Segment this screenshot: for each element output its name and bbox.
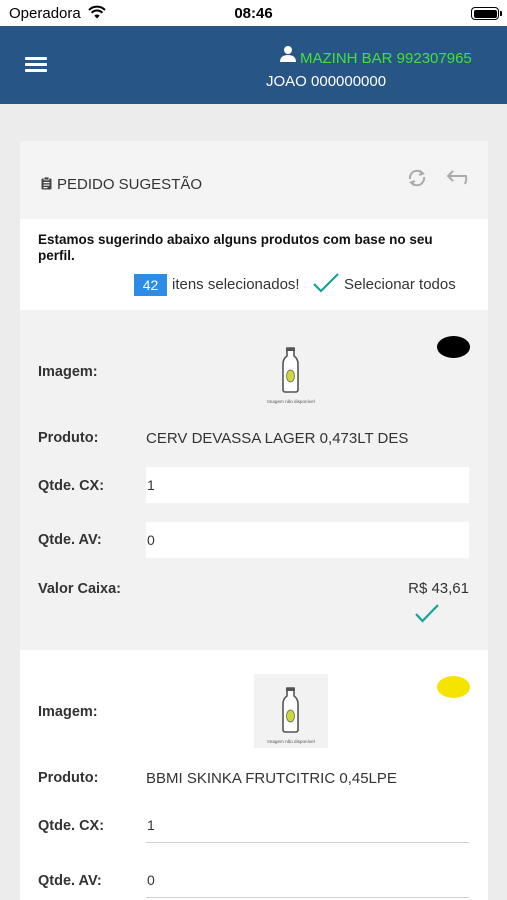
user-name: JOAO 000000000 [266, 73, 387, 90]
product-label: Produto: [38, 770, 99, 786]
status-bar: Operadora 08:46 [0, 0, 507, 26]
card-header: PEDIDO SUGESTÃO [20, 141, 488, 219]
image-label: Imagem: [38, 704, 98, 720]
product-name: CERV DEVASSA LAGER 0,473LT DES [146, 430, 409, 447]
qty-cx-label: Qtde. CX: [38, 478, 105, 494]
card-title: PEDIDO SUGESTÃO [57, 176, 203, 193]
refresh-icon[interactable] [406, 167, 428, 189]
select-all-button[interactable]: Selecionar todos [344, 276, 456, 293]
image-unavailable-text: Imagem não disponível [267, 399, 315, 404]
qty-cx-input[interactable] [146, 807, 469, 843]
clipboard-icon [41, 177, 52, 190]
box-value-label: Valor Caixa: [38, 581, 122, 597]
status-dot[interactable] [437, 676, 470, 698]
user-icon [280, 46, 296, 62]
qty-av-label: Qtde. AV: [38, 532, 102, 548]
battery-tip [500, 11, 502, 16]
image-label: Imagem: [38, 364, 98, 380]
status-dot[interactable] [437, 336, 470, 358]
check-icon[interactable] [414, 603, 440, 623]
product-image-placeholder: Imagem não disponível [254, 674, 328, 748]
qty-av-input[interactable] [146, 862, 469, 898]
image-unavailable-text: Imagem não disponível [267, 739, 315, 744]
product-item: Imagem: Imagem não disponível Produto: B… [20, 650, 488, 900]
qty-av-input[interactable] [146, 522, 469, 558]
selected-label: itens selecionados! [172, 276, 300, 293]
battery-icon [471, 7, 499, 20]
qty-cx-label: Qtde. CX: [38, 818, 105, 834]
check-icon[interactable] [312, 272, 340, 294]
suggested-order-card: PEDIDO SUGESTÃO Estamos sugerindo abaixo… [20, 141, 488, 900]
intro-text: Estamos sugerindo abaixo alguns produtos… [38, 232, 433, 263]
app-header: MAZINH BAR 992307965 JOAO 000000000 [0, 26, 507, 104]
selected-count-badge: 42 [134, 274, 167, 296]
clock: 08:46 [234, 5, 273, 22]
box-value: R$ 43,61 [408, 580, 469, 597]
qty-cx-input[interactable] [146, 467, 469, 503]
product-item: Imagem: Imagem não disponível Produto: C… [20, 310, 488, 650]
product-label: Produto: [38, 430, 99, 446]
undo-icon[interactable] [445, 168, 469, 188]
qty-av-label: Qtde. AV: [38, 873, 102, 889]
product-name: BBMI SKINKA FRUTCITRIC 0,45LPE [146, 770, 397, 787]
menu-button[interactable] [22, 52, 50, 76]
store-name: MAZINH BAR 992307965 [300, 50, 472, 67]
product-image-placeholder: Imagem não disponível [267, 347, 315, 404]
